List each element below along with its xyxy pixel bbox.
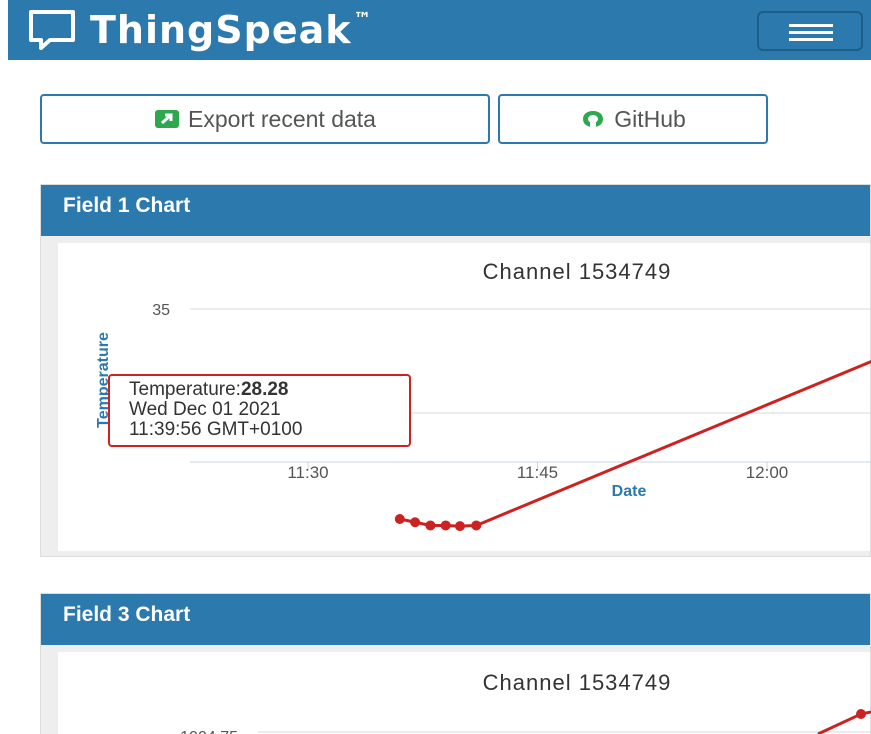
- data-point: [410, 517, 421, 528]
- tooltip-series: Temperature:: [129, 379, 241, 400]
- tooltip-time: 11:39:56 GMT+0100: [129, 419, 303, 440]
- data-point: [471, 520, 482, 531]
- chart-tooltip: Temperature:28.28 Wed Dec 01 2021 11:39:…: [108, 374, 411, 447]
- data-point: [394, 514, 405, 524]
- x-tick-label: 12:00: [746, 463, 789, 482]
- chart-title: Channel 1534749: [483, 670, 672, 695]
- data-point: [454, 521, 465, 532]
- x-tick-label: 11:30: [287, 463, 328, 482]
- data-point: [856, 709, 866, 719]
- x-axis-label: Date: [612, 483, 647, 500]
- y-tick-label: 35: [152, 302, 170, 319]
- chart-title: Channel 1534749: [483, 259, 672, 284]
- data-point: [440, 520, 451, 531]
- charts-layer: Channel 1534749 35 11:30 11:45 12:00 Date Temp…: [95, 259, 871, 734]
- y-tick-label: 1004.75: [180, 729, 238, 734]
- x-tick-label: 11:45: [517, 463, 558, 482]
- tooltip-date: Wed Dec 01 2021: [129, 399, 281, 420]
- data-point: [425, 520, 436, 531]
- tooltip-value: 28.28: [240, 379, 289, 400]
